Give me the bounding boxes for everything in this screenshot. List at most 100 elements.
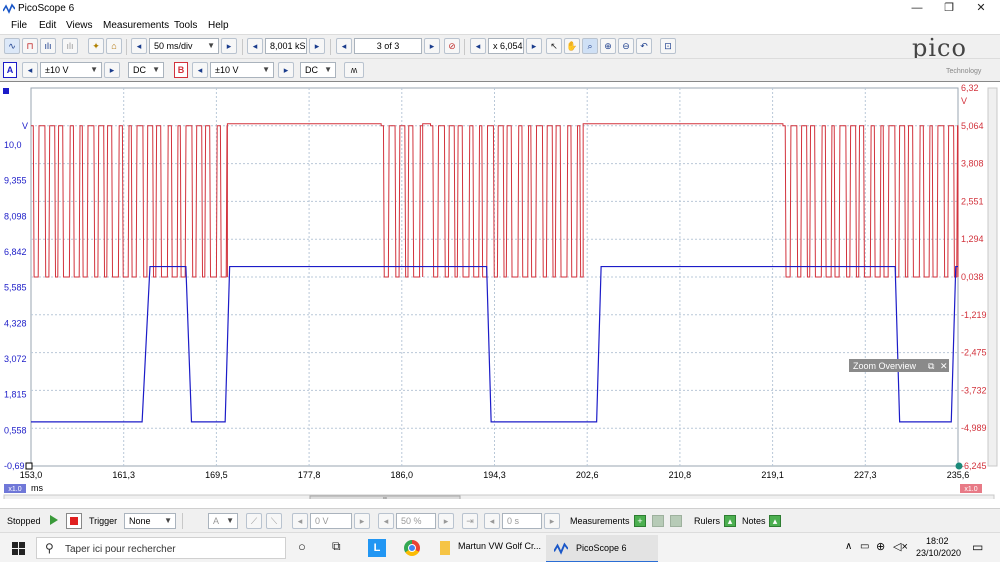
pretrigger-increase-button[interactable]: ▸ [438,513,454,529]
samples-decrease-button[interactable]: ◂ [247,38,263,54]
menu-edit[interactable]: Edit [39,20,56,31]
delete-measurement-icon[interactable] [670,515,682,527]
x-axis-tick-label: 186,0 [391,470,414,480]
rulers-icon[interactable]: ▴ [724,515,736,527]
pointer-tool-icon[interactable]: ↖ [546,38,562,54]
spectrum-mode-button[interactable]: ılı [40,38,56,54]
trigger-level-field[interactable]: 0 V [310,513,352,529]
trigger-delay-icon[interactable]: ⇥ [462,513,478,529]
timebase-decrease-button[interactable]: ◂ [131,38,147,54]
windows-start-icon[interactable] [12,542,25,555]
stop-icon [70,517,78,525]
tray-chevron-up-icon[interactable]: ∧ [845,541,852,552]
channel-options-icon[interactable]: ʍ [344,62,364,78]
buffer-previous-button[interactable]: ◂ [336,38,352,54]
zoom-to-fit-icon[interactable]: ⊡ [660,38,676,54]
taskbar-app-picoscope[interactable]: PicoScope 6 [546,535,658,562]
menu-views[interactable]: Views [66,20,93,31]
falling-edge-icon[interactable]: ⟍ [266,513,282,529]
home-icon[interactable]: ⌂ [106,38,122,54]
restore-button[interactable]: ❐ [934,0,964,18]
scope-mode-button[interactable]: ∿ [4,38,20,54]
delay-decrease-button[interactable]: ◂ [484,513,500,529]
volume-icon[interactable]: ◁× [893,540,908,553]
wand-icon[interactable]: ✦ [88,38,104,54]
menu-measurements[interactable]: Measurements [103,20,169,31]
task-view-icon[interactable]: ⧉ [332,539,341,554]
timebase-select[interactable]: 50 ms/div ▼ [149,38,219,54]
trigger-level-increase-button[interactable]: ▸ [354,513,370,529]
timebase-increase-button[interactable]: ▸ [221,38,237,54]
persistence-mode-button[interactable]: ⊓ [22,38,38,54]
left-axis-tick-label: 0,558 [4,425,27,435]
menu-tools[interactable]: Tools [174,20,197,31]
stop-button[interactable] [66,513,82,529]
channel-a-coupling-value: DC [133,65,146,75]
buffer-overview-icon[interactable]: ⊘ [444,38,460,54]
close-button[interactable]: ✕ [966,0,996,18]
channel-a-range-decrease-button[interactable]: ◂ [22,62,38,78]
channel-a-range-select[interactable]: ±10 V ▼ [40,62,102,78]
battery-icon[interactable]: ▭ [860,541,869,552]
left-axis-tick-label: 4,328 [4,318,27,328]
trigger-channel-select[interactable]: A ▼ [208,513,238,529]
chrome-icon[interactable] [404,540,420,556]
pretrigger-decrease-button[interactable]: ◂ [378,513,394,529]
x-axis-tick-label: 153,0 [20,470,43,480]
zoom-in-icon[interactable]: ⊕ [600,38,616,54]
buffer-next-button[interactable]: ▸ [424,38,440,54]
notes-icon[interactable]: ▴ [769,515,781,527]
x-axis-tick-label: 161,3 [112,470,135,480]
channel-b-range-select[interactable]: ±10 V ▼ [210,62,274,78]
channel-a-range-increase-button[interactable]: ▸ [104,62,120,78]
cortana-icon[interactable]: ○ [298,539,306,554]
scope-view[interactable]: 10,0 9,355 8,098 6,842 5,585 4,328 3,072 1,815 0… [0,81,1000,499]
undo-zoom-icon[interactable]: ↶ [636,38,652,54]
right-scale-label: x1.0 [964,486,977,493]
toolbar-separator [182,513,183,529]
edit-measurement-icon[interactable] [652,515,664,527]
chevron-down-icon: ▼ [324,65,332,74]
spectrum-view-button[interactable]: ılı [62,38,78,54]
start-icon[interactable] [50,515,58,525]
minimize-button[interactable]: — [902,0,932,18]
taskbar-app-document[interactable]: Martun VW Golf Cr... [458,541,541,551]
left-axis-tick-label: 8,098 [4,211,27,221]
channel-b-coupling-select[interactable]: DC ▼ [300,62,336,78]
scrollbar-grip: II [383,497,387,499]
file-explorer-icon[interactable] [440,541,450,555]
channel-b-range-increase-button[interactable]: ▸ [278,62,294,78]
delay-increase-button[interactable]: ▸ [544,513,560,529]
channel-a-label[interactable]: A [3,62,17,78]
zoom-increase-button[interactable]: ▸ [526,38,542,54]
search-box[interactable]: ⚲ Taper ici pour rechercher [36,537,286,559]
x-axis-tick-label: 194,3 [483,470,506,480]
channel-b-label[interactable]: B [174,62,188,78]
add-measurement-icon[interactable]: + [634,515,646,527]
menu-file[interactable]: File [11,20,27,31]
delay-field[interactable]: 0 s [502,513,542,529]
trigger-mode-select[interactable]: None ▼ [124,513,176,529]
channel-b-range-decrease-button[interactable]: ◂ [192,62,208,78]
hand-tool-icon[interactable]: ✋ [564,38,580,54]
notification-icon[interactable]: ▭ [972,540,983,554]
samples-increase-button[interactable]: ▸ [309,38,325,54]
l-app-icon[interactable]: L [368,539,386,557]
zoom-field[interactable]: x 6,054 [488,38,524,54]
channel-a-coupling-select[interactable]: DC ▼ [128,62,164,78]
zoom-decrease-button[interactable]: ◂ [470,38,486,54]
vertical-scrollbar [987,87,998,467]
menu-help[interactable]: Help [208,20,229,31]
zoom-area-icon[interactable]: ⌕ [582,38,598,54]
trigger-level-decrease-button[interactable]: ◂ [292,513,308,529]
rising-edge-icon[interactable]: ⟋ [246,513,262,529]
clock-date: 23/10/2020 [916,548,962,558]
x-axis-tick-label: 169,5 [205,470,228,480]
buffer-navigator[interactable]: 3 of 3 [354,38,422,54]
scope-graph[interactable]: 10,0 9,355 8,098 6,842 5,585 4,328 3,072 1,815 0… [0,82,1000,499]
zoom-out-icon[interactable]: ⊖ [618,38,634,54]
pretrigger-field[interactable]: 50 % [396,513,436,529]
timebase-value: 50 ms/div [154,41,193,51]
network-icon[interactable]: ⊕ [876,540,885,553]
samples-field[interactable]: 8,001 kS [265,38,307,54]
